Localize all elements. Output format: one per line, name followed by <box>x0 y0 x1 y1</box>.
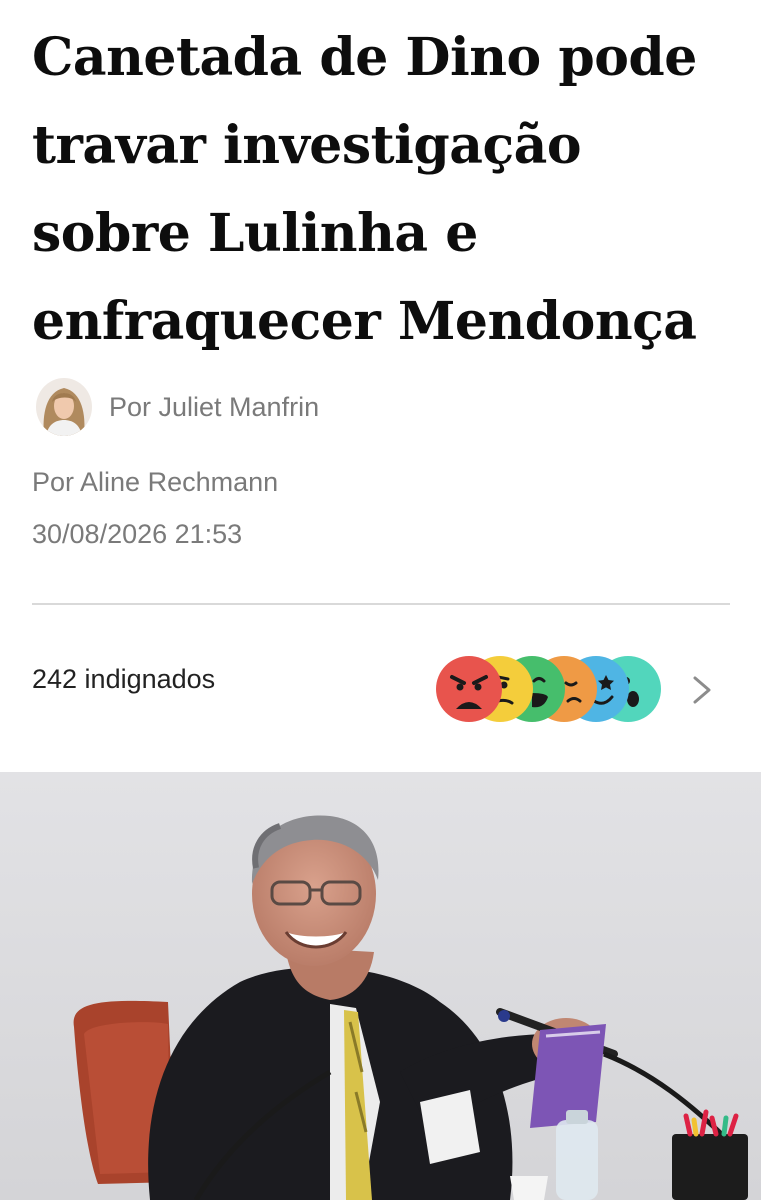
byline: Por Aline Rechmann <box>32 467 279 497</box>
headline-line: enfraquecer Mendonça <box>32 291 697 352</box>
headline-line: travar investigação <box>32 115 582 176</box>
headline-line: Canetada de Dino pode <box>32 27 697 88</box>
publish-timestamp: 30/08/2026 21:53 <box>32 519 243 549</box>
reactions-emoji-stack[interactable] <box>436 653 666 725</box>
article-photo <box>0 772 761 1200</box>
divider <box>32 603 730 605</box>
article-headline: Canetada de Dino pode travar investigaçã… <box>32 14 732 366</box>
author-name[interactable]: Por Juliet Manfrin <box>109 392 319 423</box>
reactions-count[interactable]: 242 indignados <box>32 664 215 695</box>
angry-emoji <box>436 656 502 722</box>
headline-line: sobre Lulinha e <box>32 203 478 264</box>
author-row[interactable]: Por Juliet Manfrin <box>36 376 319 438</box>
author-avatar[interactable] <box>36 378 92 436</box>
chevron-right-icon[interactable] <box>688 673 716 707</box>
